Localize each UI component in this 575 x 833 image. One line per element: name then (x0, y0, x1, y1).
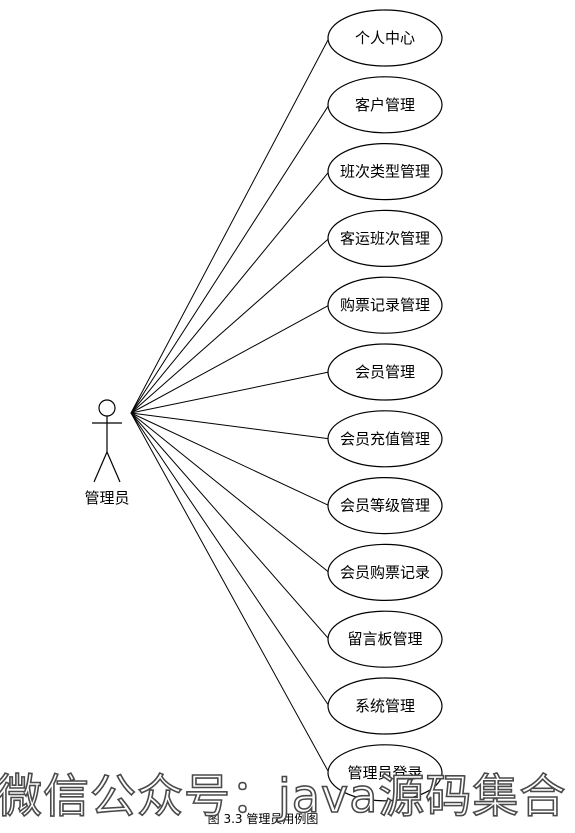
use-case-list: 个人中心客户管理班次类型管理客运班次管理购票记录管理会员管理会员充值管理会员等级… (327, 9, 443, 802)
association-line (130, 104, 330, 414)
association-line (130, 412, 330, 440)
association-line (130, 238, 330, 414)
association-line (130, 412, 330, 507)
use-case-label: 客户管理 (355, 96, 415, 114)
use-case-label: 会员等级管理 (340, 497, 430, 515)
use-case-label: 系统管理 (355, 697, 415, 715)
use-case: 会员充值管理 (327, 410, 443, 468)
use-case-label: 班次类型管理 (340, 163, 430, 181)
use-case: 留言板管理 (327, 610, 443, 668)
use-case: 客户管理 (327, 76, 443, 134)
use-case: 班次类型管理 (327, 143, 443, 201)
use-case: 客运班次管理 (327, 209, 443, 267)
use-case-diagram: 管理员 个人中心客户管理班次类型管理客运班次管理购票记录管理会员管理会员充值管理… (0, 9, 566, 826)
association-line (130, 412, 330, 640)
association-line (130, 304, 330, 414)
association-lines (130, 37, 330, 774)
use-case-label: 个人中心 (355, 29, 415, 47)
actor-left-leg (93, 451, 108, 483)
use-case: 系统管理 (327, 677, 443, 735)
actor-right-leg (106, 451, 121, 483)
use-case-label: 会员充值管理 (340, 430, 430, 448)
actor-label: 管理员 (84, 489, 129, 507)
use-case-label: 留言板管理 (347, 630, 422, 648)
watermark-text: 微信公众号：java源码集合 (0, 769, 566, 823)
association-line (130, 412, 330, 573)
actor-stick-figure (92, 399, 122, 483)
use-case-label: 会员购票记录 (340, 563, 430, 581)
use-case: 会员购票记录 (327, 543, 443, 602)
use-case: 购票记录管理 (327, 276, 443, 334)
association-line (130, 371, 330, 414)
association-line (130, 412, 330, 774)
use-case-label: 购票记录管理 (340, 296, 430, 314)
association-line (130, 412, 330, 707)
association-line (130, 37, 330, 414)
use-case-label: 客运班次管理 (340, 229, 430, 247)
use-case: 个人中心 (327, 9, 443, 67)
use-case-label: 会员管理 (355, 363, 415, 381)
association-line (130, 171, 330, 414)
use-case: 会员等级管理 (327, 477, 443, 535)
use-case: 会员管理 (327, 343, 443, 401)
actor-head (98, 399, 116, 417)
